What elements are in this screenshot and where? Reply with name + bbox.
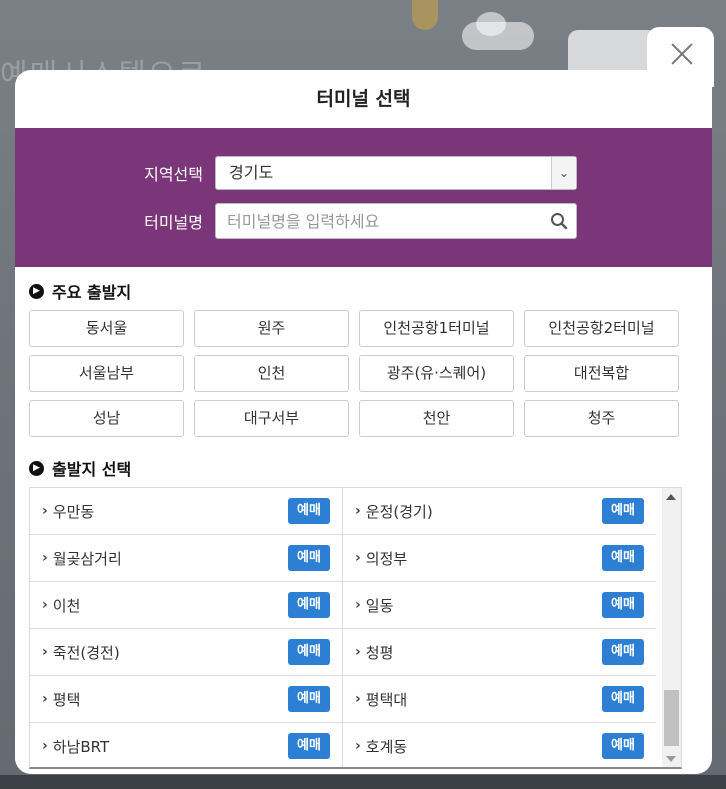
reserve-button[interactable]: 예매 — [602, 545, 644, 571]
major-terminal-button[interactable]: 동서울 — [29, 310, 184, 347]
major-terminal-button[interactable]: 천안 — [359, 400, 514, 437]
reserve-button[interactable]: 예매 — [602, 498, 644, 524]
chevron-right-icon: › — [42, 597, 48, 613]
list-item[interactable]: › 월곶삼거리 예매 — [30, 535, 343, 582]
modal-title: 터미널 선택 — [316, 88, 411, 110]
scroll-thumb[interactable] — [664, 690, 679, 746]
terminal-row: 터미널명 — [15, 203, 712, 239]
chevron-right-icon: › — [355, 644, 361, 660]
major-terminal-button[interactable]: 인천공항2터미널 — [524, 310, 679, 347]
terminal-select-modal: 터미널 선택 지역선택 경기도 ⌄ 터미널명 ▶ 주요 출발지 동서울 원주 — [15, 70, 712, 774]
stop-name: 청평 — [365, 643, 394, 662]
major-terminal-button[interactable]: 광주(유·스퀘어) — [359, 355, 514, 392]
terminal-label: 터미널명 — [144, 213, 203, 232]
arrow-circle-icon: ▶ — [29, 283, 44, 299]
major-terminal-button[interactable]: 서울남부 — [29, 355, 184, 392]
list-scrollbar[interactable] — [662, 488, 681, 767]
stop-name: 일동 — [365, 596, 394, 615]
major-departures-heading: ▶ 주요 출발지 — [29, 280, 712, 302]
major-terminal-button[interactable]: 청주 — [524, 400, 679, 437]
stop-name: 의정부 — [365, 549, 408, 568]
reserve-button[interactable]: 예매 — [288, 639, 330, 665]
list-item[interactable]: › 죽전(경전) 예매 — [30, 629, 343, 676]
chevron-right-icon: › — [355, 597, 361, 613]
terminal-search-input[interactable] — [216, 204, 536, 238]
reserve-button[interactable]: 예매 — [602, 733, 644, 759]
scroll-down-arrow-icon[interactable] — [666, 756, 676, 762]
list-item[interactable]: › 운정(경기) 예매 — [343, 488, 656, 535]
search-panel: 지역선택 경기도 ⌄ 터미널명 — [15, 128, 712, 267]
major-terminal-button[interactable]: 인천공항1터미널 — [359, 310, 514, 347]
region-selected-value: 경기도 — [229, 163, 274, 182]
chevron-right-icon: › — [42, 738, 48, 754]
reserve-button[interactable]: 예매 — [288, 686, 330, 712]
list-item[interactable]: › 우만동 예매 — [30, 488, 343, 535]
major-terminal-button[interactable]: 성남 — [29, 400, 184, 437]
chevron-right-icon: › — [42, 691, 48, 707]
region-row: 지역선택 경기도 ⌄ — [15, 156, 712, 190]
chevron-down-icon[interactable]: ⌄ — [551, 157, 576, 189]
list-item[interactable]: › 이천 예매 — [30, 582, 343, 629]
list-item[interactable]: › 청평 예매 — [343, 629, 656, 676]
reserve-button[interactable]: 예매 — [602, 592, 644, 618]
arrow-circle-icon: ▶ — [29, 460, 44, 476]
stop-name: 우만동 — [52, 502, 95, 521]
stop-name: 평택 — [52, 690, 81, 709]
major-terminal-button[interactable]: 대전복합 — [524, 355, 679, 392]
reserve-button[interactable]: 예매 — [602, 639, 644, 665]
chevron-right-icon: › — [355, 503, 361, 519]
departure-list[interactable]: › 우만동 예매 › 운정(경기) 예매 › 월곶삼거리 예매 › 의정부 예매 — [29, 487, 682, 769]
major-terminal-button[interactable]: 인천 — [194, 355, 349, 392]
search-icon[interactable] — [550, 212, 568, 230]
cloud-decoration — [462, 12, 534, 50]
background-footer — [0, 775, 726, 789]
list-item[interactable]: › 평택 예매 — [30, 676, 343, 723]
departure-heading-text: 출발지 선택 — [52, 460, 132, 479]
stop-name: 하남BRT — [52, 737, 110, 756]
stop-name: 평택대 — [365, 690, 408, 709]
major-heading-text: 주요 출발지 — [52, 283, 132, 302]
departure-select-heading: ▶ 출발지 선택 — [29, 457, 712, 479]
reserve-button[interactable]: 예매 — [288, 498, 330, 524]
list-item[interactable]: › 하남BRT 예매 — [30, 723, 343, 767]
close-icon[interactable] — [662, 38, 702, 72]
balloon-decoration — [412, 0, 438, 30]
stop-name: 이천 — [52, 596, 81, 615]
list-item[interactable]: › 평택대 예매 — [343, 676, 656, 723]
chevron-right-icon: › — [355, 550, 361, 566]
reserve-button[interactable]: 예매 — [288, 733, 330, 759]
scroll-up-arrow-icon[interactable] — [666, 494, 676, 500]
list-item[interactable]: › 호계동 예매 — [343, 723, 656, 767]
stop-name: 죽전(경전) — [52, 643, 120, 662]
list-item[interactable]: › 의정부 예매 — [343, 535, 656, 582]
major-departures-grid: 동서울 원주 인천공항1터미널 인천공항2터미널 서울남부 인천 광주(유·스퀘… — [29, 310, 712, 437]
chevron-right-icon: › — [355, 738, 361, 754]
departure-list-grid: › 우만동 예매 › 운정(경기) 예매 › 월곶삼거리 예매 › 의정부 예매 — [30, 488, 681, 767]
terminal-search-box — [215, 203, 577, 239]
major-terminal-button[interactable]: 원주 — [194, 310, 349, 347]
reserve-button[interactable]: 예매 — [288, 592, 330, 618]
stop-name: 호계동 — [365, 737, 408, 756]
chevron-right-icon: › — [42, 550, 48, 566]
reserve-button[interactable]: 예매 — [288, 545, 330, 571]
major-terminal-button[interactable]: 대구서부 — [194, 400, 349, 437]
chevron-right-icon: › — [42, 644, 48, 660]
region-label: 지역선택 — [144, 165, 203, 184]
stop-name: 월곶삼거리 — [52, 549, 122, 568]
reserve-button[interactable]: 예매 — [602, 686, 644, 712]
region-select[interactable]: 경기도 ⌄ — [215, 156, 577, 190]
chevron-right-icon: › — [42, 503, 48, 519]
list-item[interactable]: › 일동 예매 — [343, 582, 656, 629]
stop-name: 운정(경기) — [365, 502, 433, 521]
chevron-right-icon: › — [355, 691, 361, 707]
